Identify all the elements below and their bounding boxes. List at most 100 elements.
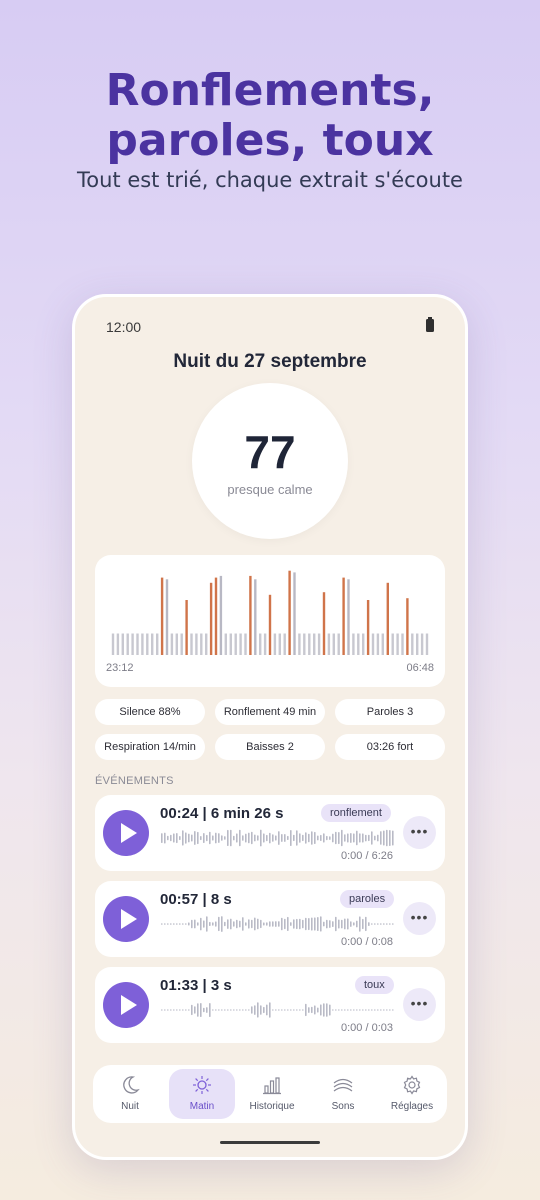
app-screen: 12:00 Nuit du 27 septembre 77 presque ca… <box>75 297 465 1157</box>
chart-bar <box>146 633 149 655</box>
chart-bar <box>244 633 247 655</box>
chart-bar <box>151 633 154 655</box>
nav-item-nuit[interactable]: Nuit <box>97 1069 163 1119</box>
waveform[interactable] <box>160 1000 396 1020</box>
chart-bar <box>293 572 296 655</box>
night-title: Nuit du 27 septembre <box>173 351 367 372</box>
chart-bar-snore <box>160 577 164 655</box>
event-title: 00:57 | 8 s <box>160 891 232 908</box>
chart-bar <box>420 633 424 655</box>
chart-bar-snore <box>406 598 409 655</box>
chart-bar-snore <box>322 592 326 655</box>
battery-icon <box>426 317 434 332</box>
chart-bar <box>332 633 335 655</box>
chart-bar-snore <box>386 582 389 655</box>
chart-bar <box>376 633 380 655</box>
chart-bar <box>362 633 365 655</box>
stat-breathing: Respiration 14/min <box>95 734 205 760</box>
chart-bar <box>411 633 414 655</box>
chart-bar-snore <box>342 577 345 655</box>
chart-bar <box>254 579 257 655</box>
waveform[interactable] <box>160 914 396 934</box>
nav-item-matin[interactable]: Matin <box>169 1069 235 1119</box>
chart-bar <box>425 633 429 655</box>
sleep-sound-chart[interactable]: 23:12 06:48 <box>95 555 445 687</box>
playback-time: 0:00 / 6:26 <box>341 850 393 862</box>
event-tag: paroles <box>340 890 395 908</box>
chart-bar <box>131 633 134 655</box>
stat-snoring: Ronflement 49 min <box>215 699 325 725</box>
chart-bar <box>416 633 419 655</box>
more-button[interactable]: ••• <box>403 902 436 935</box>
chart-bar-snore <box>249 575 252 655</box>
play-button[interactable] <box>103 896 149 942</box>
chart-bar <box>165 579 169 655</box>
chart-bar <box>381 633 384 655</box>
chart-bar <box>283 633 286 655</box>
chart-bar <box>337 633 340 655</box>
headline-line-2: paroles, toux <box>106 115 434 166</box>
nav-label: Réglages <box>390 1101 434 1112</box>
play-button[interactable] <box>103 982 149 1028</box>
gear-icon <box>403 1075 421 1095</box>
home-indicator <box>220 1141 320 1144</box>
chart-bar <box>352 633 355 655</box>
play-button[interactable] <box>103 810 149 856</box>
chart-start-time: 23:12 <box>106 662 134 674</box>
chart-bar <box>313 633 316 655</box>
chart-bar-snore <box>366 600 370 655</box>
chart-bar-snore <box>214 577 218 655</box>
event-title: 01:33 | 3 s <box>160 977 232 994</box>
chart-bar <box>205 633 208 655</box>
event-tag: toux <box>355 976 394 994</box>
chart-bar <box>219 575 223 655</box>
chart-bar-snore <box>268 594 272 655</box>
chart-bar <box>136 633 139 655</box>
event-card[interactable]: 00:24 | 6 min 26 s ronflement 0:00 / 6:2… <box>95 795 445 871</box>
score-value: 77 <box>244 426 296 478</box>
chart-svg <box>111 570 429 655</box>
chart-bar <box>141 633 144 655</box>
chart-bar <box>190 633 193 655</box>
nav-item-reglages[interactable]: Réglages <box>379 1069 445 1119</box>
chart-bar <box>170 633 174 655</box>
promo-subheadline: Tout est trié, chaque extrait s'écoute <box>77 168 463 192</box>
chart-bar <box>263 633 267 655</box>
event-card[interactable]: 01:33 | 3 s toux 0:00 / 0:03 ••• <box>95 967 445 1043</box>
event-tag: ronflement <box>321 804 391 822</box>
stat-silence: Silence 88% <box>95 699 205 725</box>
events-section-label: ÉVÉNEMENTS <box>95 775 174 787</box>
chart-bar-snore <box>288 570 291 655</box>
bar-chart-icon <box>263 1077 281 1095</box>
nav-item-sons[interactable]: Sons <box>310 1069 376 1119</box>
chart-bar <box>278 633 281 655</box>
chart-bar <box>175 633 178 655</box>
sun-icon <box>193 1076 211 1094</box>
more-button[interactable]: ••• <box>403 988 436 1021</box>
chart-bar <box>200 633 203 655</box>
stat-speech: Paroles 3 <box>335 699 445 725</box>
waveform[interactable] <box>160 828 396 848</box>
chart-bar <box>224 633 227 655</box>
more-button[interactable]: ••• <box>403 816 436 849</box>
nav-label: Historique <box>249 1101 295 1112</box>
chart-bar <box>126 633 129 655</box>
nav-label: Nuit <box>121 1101 139 1112</box>
nav-item-historique[interactable]: Historique <box>239 1069 305 1119</box>
nav-label: Sons <box>331 1101 355 1112</box>
playback-time: 0:00 / 0:08 <box>341 936 393 948</box>
promo-headline: Ronflements, paroles, toux <box>0 66 540 166</box>
chart-bar <box>156 633 159 655</box>
chart-bar <box>303 633 306 655</box>
chart-bar <box>234 633 237 655</box>
stat-drops: Baisses 2 <box>215 734 325 760</box>
chart-bar <box>259 633 262 655</box>
chart-bar <box>327 633 331 655</box>
chart-bar <box>298 633 301 655</box>
chart-bar <box>121 633 124 655</box>
chart-bar <box>371 633 375 655</box>
status-time: 12:00 <box>106 319 142 335</box>
event-card[interactable]: 00:57 | 8 s paroles 0:00 / 0:08 ••• <box>95 881 445 957</box>
chart-bar <box>229 633 232 655</box>
score-circle: 77 presque calme <box>192 383 348 539</box>
